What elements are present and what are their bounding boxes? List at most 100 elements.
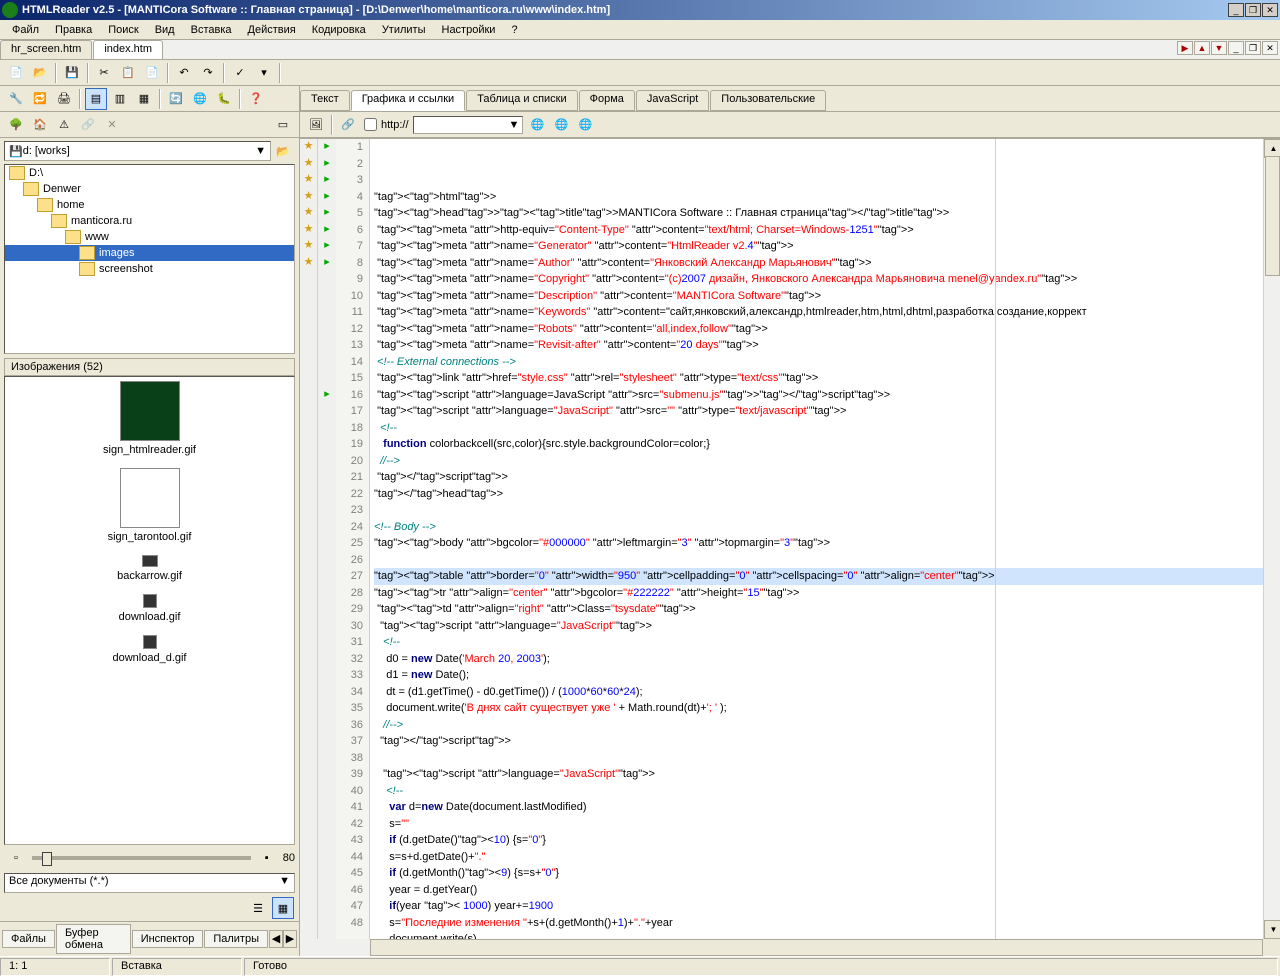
- spell-button[interactable]: ✓: [229, 62, 251, 84]
- restore-button[interactable]: ❐: [1245, 3, 1261, 17]
- tree-item[interactable]: home: [5, 197, 294, 213]
- open-button[interactable]: 📂: [29, 62, 51, 84]
- redo-button[interactable]: ↷: [197, 62, 219, 84]
- tree-item[interactable]: Denwer: [5, 181, 294, 197]
- image-thumb[interactable]: download.gif: [9, 594, 290, 623]
- tree-item[interactable]: screenshot: [5, 261, 294, 277]
- code-tab[interactable]: Пользовательские: [710, 90, 826, 111]
- code-tab[interactable]: Графика и ссылки: [351, 90, 465, 111]
- url-go3-button[interactable]: 🌐: [574, 114, 596, 136]
- code-tab[interactable]: Текст: [300, 90, 350, 111]
- menu-Поиск[interactable]: Поиск: [100, 22, 146, 38]
- menu-Правка[interactable]: Правка: [47, 22, 100, 38]
- link-icon[interactable]: 🔗: [337, 114, 359, 136]
- tab-min-button[interactable]: _: [1228, 41, 1244, 55]
- image-thumb[interactable]: sign_htmlreader.gif: [9, 381, 290, 456]
- expand-button[interactable]: ▭: [272, 114, 294, 136]
- thumb-label: sign_htmlreader.gif: [9, 444, 290, 456]
- folder-icon: [79, 246, 95, 260]
- view-mode-row: ☰ ▦: [0, 895, 299, 921]
- copy-button[interactable]: 📋: [117, 62, 139, 84]
- up-folder-button[interactable]: 📂: [272, 140, 294, 162]
- link-button[interactable]: 🔗: [77, 114, 99, 136]
- tree-item[interactable]: D:\: [5, 165, 294, 181]
- layout1-button[interactable]: ▤: [85, 88, 107, 110]
- menu-Настройки[interactable]: Настройки: [434, 22, 504, 38]
- thumb-size-slider[interactable]: [32, 856, 251, 860]
- zoom-out-button[interactable]: ▫: [5, 847, 27, 869]
- new-file-button[interactable]: 📄: [5, 62, 27, 84]
- bottom-tab[interactable]: Инспектор: [132, 930, 204, 948]
- url-go2-button[interactable]: 🌐: [550, 114, 572, 136]
- image-icon[interactable]: 🖼: [305, 114, 327, 136]
- paste-button[interactable]: 📄: [141, 62, 163, 84]
- view-grid-button[interactable]: ▦: [272, 897, 294, 919]
- thumb-label: sign_tarontool.gif: [9, 531, 290, 543]
- save-button[interactable]: 💾: [61, 62, 83, 84]
- filter-combo[interactable]: Все документы (*.*)▼: [4, 873, 295, 893]
- drive-combo[interactable]: 💾 d: [works] ▼: [4, 141, 271, 161]
- menu-Действия[interactable]: Действия: [240, 22, 304, 38]
- file-tab[interactable]: index.htm: [93, 40, 163, 59]
- btab-right[interactable]: ▶: [283, 930, 297, 948]
- images-panel[interactable]: sign_htmlreader.gif sign_tarontool.gifbac…: [4, 376, 295, 845]
- folder-tree[interactable]: D:\Denwerhomemanticora.ruwwwimagesscreen…: [4, 164, 295, 354]
- tab-next-button[interactable]: ▼: [1211, 41, 1227, 55]
- code-tab[interactable]: JavaScript: [636, 90, 709, 111]
- url-input[interactable]: [413, 116, 523, 134]
- url-checkbox[interactable]: [364, 118, 377, 131]
- tab-close-button[interactable]: ✕: [1262, 41, 1278, 55]
- url-go1-button[interactable]: 🌐: [526, 114, 548, 136]
- layout2-button[interactable]: ▥: [109, 88, 131, 110]
- tree-item[interactable]: images: [5, 245, 294, 261]
- menu-Файл[interactable]: Файл: [4, 22, 47, 38]
- zoom-in-button[interactable]: ▪: [256, 847, 278, 869]
- file-tab[interactable]: hr_screen.htm: [0, 40, 92, 59]
- menu-?[interactable]: ?: [503, 22, 525, 38]
- code-content[interactable]: "tag"><"tag">html"tag">>"tag"><"tag">hea…: [370, 139, 1263, 939]
- bottom-tab[interactable]: Палитры: [204, 930, 268, 948]
- code-tab[interactable]: Форма: [579, 90, 635, 111]
- horizontal-scrollbar[interactable]: [370, 939, 1263, 956]
- warn-button[interactable]: ⚠: [53, 114, 75, 136]
- view-list-button[interactable]: ☰: [247, 897, 269, 919]
- tab-prev-button[interactable]: ▲: [1194, 41, 1210, 55]
- menu-Кодировка[interactable]: Кодировка: [304, 22, 374, 38]
- wand-button[interactable]: 🔧: [5, 88, 27, 110]
- image-thumb[interactable]: backarrow.gif: [9, 555, 290, 582]
- undo-button[interactable]: ↶: [173, 62, 195, 84]
- layout3-button[interactable]: ▦: [133, 88, 155, 110]
- code-editor[interactable]: ★★★★★★★★ ▸▸▸▸▸▸▸▸▸ 123456789101112131415…: [300, 138, 1280, 939]
- left-bottom-tabs: ФайлыБуфер обменаИнспекторПалитры◀▶: [0, 921, 299, 956]
- code-tab[interactable]: Таблица и списки: [466, 90, 577, 111]
- menu-Вставка[interactable]: Вставка: [183, 22, 240, 38]
- tree-button[interactable]: 🌳: [5, 114, 27, 136]
- window-buttons: _ ❐ ✕: [1228, 3, 1278, 17]
- help-button[interactable]: ❓: [245, 88, 267, 110]
- btab-left[interactable]: ◀: [269, 930, 283, 948]
- status-position: 1: 1: [0, 958, 110, 976]
- replace-button[interactable]: 🔁: [29, 88, 51, 110]
- tree-item[interactable]: manticora.ru: [5, 213, 294, 229]
- browser-button[interactable]: 🌐: [189, 88, 211, 110]
- image-thumb[interactable]: sign_tarontool.gif: [9, 468, 290, 543]
- tool-button[interactable]: ▾: [253, 62, 275, 84]
- delete-button[interactable]: ✕: [101, 114, 123, 136]
- home-button[interactable]: 🏠: [29, 114, 51, 136]
- vertical-scrollbar[interactable]: [1263, 139, 1280, 939]
- menu-Вид[interactable]: Вид: [147, 22, 183, 38]
- tab-max-button[interactable]: ❐: [1245, 41, 1261, 55]
- bottom-tab[interactable]: Файлы: [2, 930, 55, 948]
- minimize-button[interactable]: _: [1228, 3, 1244, 17]
- menu-Утилиты[interactable]: Утилиты: [374, 22, 434, 38]
- cut-button[interactable]: ✂: [93, 62, 115, 84]
- tree-item[interactable]: www: [5, 229, 294, 245]
- print-button[interactable]: 🖨: [53, 88, 75, 110]
- bug-button[interactable]: 🐛: [213, 88, 235, 110]
- bookmark-gutter[interactable]: ★★★★★★★★: [300, 139, 318, 939]
- tab-first-button[interactable]: ▶: [1177, 41, 1193, 55]
- close-button[interactable]: ✕: [1262, 3, 1278, 17]
- refresh-button[interactable]: 🔄: [165, 88, 187, 110]
- bottom-tab[interactable]: Буфер обмена: [56, 924, 131, 954]
- image-thumb[interactable]: download_d.gif: [9, 635, 290, 664]
